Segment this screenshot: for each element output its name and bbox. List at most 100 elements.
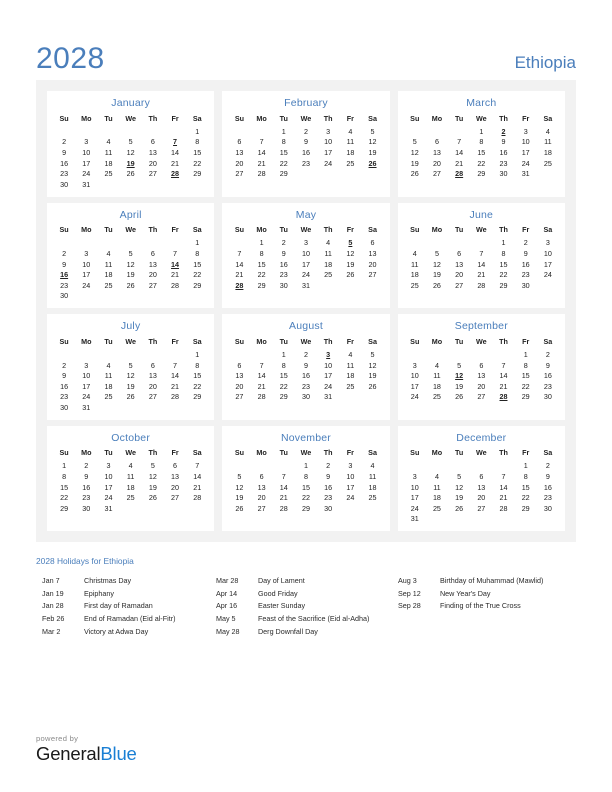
day-cell: 2 <box>62 137 67 147</box>
day-cell: 15 <box>521 482 530 492</box>
weekday-header-sa: Sa <box>192 113 202 123</box>
weekday-header-mo: Mo <box>256 448 267 458</box>
week-row: 2 3 4 5 6 7 8 <box>53 137 208 148</box>
holiday-name: Finding of the True Cross <box>439 601 521 611</box>
day-cell: 19 <box>410 158 419 168</box>
weekday-header-fr: Fr <box>346 113 354 123</box>
day-cell-empty <box>228 349 250 360</box>
day-cell: 28 <box>257 169 266 179</box>
day-cell: 19 <box>368 147 377 157</box>
month-title: July <box>120 320 141 333</box>
day-cell: 28 <box>171 280 180 290</box>
day-cell: 18 <box>104 158 113 168</box>
day-cell: 28 <box>499 503 508 513</box>
day-cell: 24 <box>324 381 333 391</box>
day-cell: 24 <box>82 392 91 402</box>
weekday-header-sa: Sa <box>192 336 202 346</box>
month-title: May <box>295 208 317 221</box>
weekday-header-we: We <box>125 225 136 235</box>
weekday-header-fr: Fr <box>522 448 530 458</box>
week-row: 16 17 18 19 20 21 22 <box>53 158 208 169</box>
week-row: 21 22 23 24 25 26 27 <box>228 269 383 280</box>
month-day-grid: Su Mo Tu We Th Fr Sa 1 2 3 4 5 6 7 8 9 10 11 12 13 14 15 16 17 1… <box>228 113 383 179</box>
day-cell: 16 <box>301 147 310 157</box>
holiday-date: Mar 28 <box>215 576 239 586</box>
weekday-header-fr: Fr <box>346 336 354 346</box>
day-cell-empty <box>404 349 426 360</box>
holiday-name: Good Friday <box>257 588 298 598</box>
day-cell: 17 <box>521 147 530 157</box>
holiday-name: Day of Lament <box>257 576 305 586</box>
weekday-header-mo: Mo <box>81 448 92 458</box>
weekday-header-we: We <box>125 336 136 346</box>
day-cell-empty <box>142 291 164 302</box>
day-cell: 14 <box>171 371 180 381</box>
day-cell: 10 <box>301 248 310 258</box>
day-cell: 21 <box>499 493 508 503</box>
month-card-august: August Su Mo Tu We Th Fr Sa 1 2 3 4 5 6 7 8 9 10 11 12 13 14 1… <box>218 311 393 423</box>
day-cell: 20 <box>148 381 157 391</box>
month-day-grid: Su Mo Tu We Th Fr Sa 1 2 3 4 5 6 7 8 9 10 11 12 13 14 15 16 17 1… <box>404 225 559 291</box>
weekday-header-su: Su <box>410 225 420 235</box>
day-cell: 3 <box>545 238 550 248</box>
day-cell: 18 <box>432 381 441 391</box>
day-cell-holiday: 19 <box>126 158 135 168</box>
week-row: 10 11 12 13 14 15 16 <box>404 370 559 381</box>
day-cell: 30 <box>324 503 333 513</box>
day-cell-holiday: 16 <box>60 270 69 280</box>
day-cell: 23 <box>543 381 552 391</box>
week-row: 1 2 3 <box>404 238 559 249</box>
weekday-header-row: Su Mo Tu We Th Fr Sa <box>53 113 208 126</box>
month-title: March <box>466 97 497 109</box>
day-cell: 1 <box>195 126 200 136</box>
weekday-header-fr: Fr <box>522 336 530 346</box>
weekday-header-su: Su <box>410 448 420 458</box>
week-row: 12 13 14 15 16 17 18 <box>404 147 559 158</box>
day-cell: 1 <box>259 238 264 248</box>
day-cell: 17 <box>324 371 333 381</box>
day-cell-empty <box>448 126 470 137</box>
day-cell: 3 <box>326 126 331 136</box>
day-cell: 25 <box>432 503 441 513</box>
day-cell-holiday: 14 <box>171 259 180 269</box>
day-cell-empty <box>120 126 142 137</box>
day-cell: 21 <box>257 158 266 168</box>
month-card-inner: December Su Mo Tu We Th Fr Sa 1 2 3 4 5 6 7 8 9 10 11 12 13 1… <box>397 425 565 532</box>
day-cell: 25 <box>368 493 377 503</box>
day-cell: 2 <box>545 461 550 471</box>
weekday-header-fr: Fr <box>171 448 179 458</box>
day-cell: 7 <box>259 360 264 370</box>
day-cell: 2 <box>303 349 308 359</box>
day-cell: 21 <box>235 270 244 280</box>
day-cell-empty <box>142 179 164 190</box>
day-cell: 25 <box>104 169 113 179</box>
day-cell: 29 <box>477 169 486 179</box>
day-cell: 13 <box>171 472 180 482</box>
day-cell: 16 <box>279 259 288 269</box>
weekday-header-tu: Tu <box>455 448 464 458</box>
week-row: 23 24 25 26 27 28 29 <box>53 168 208 179</box>
week-row: 1 2 3 4 5 6 <box>228 238 383 249</box>
weekday-header-su: Su <box>234 336 245 346</box>
day-cell: 13 <box>455 259 464 269</box>
day-cell: 24 <box>82 169 91 179</box>
page-header: 2028 Ethiopia <box>36 0 576 74</box>
day-cell-empty <box>448 461 470 472</box>
day-cell: 7 <box>281 472 286 482</box>
weekday-header-tu: Tu <box>279 336 288 346</box>
weekday-header-sa: Sa <box>543 448 553 458</box>
week-row: 9 10 11 12 13 14 15 <box>53 259 208 270</box>
week-row: 30 31 <box>53 402 208 413</box>
weekday-header-su: Su <box>234 113 245 123</box>
day-cell: 29 <box>193 169 202 179</box>
week-row: 7 8 9 10 11 12 13 <box>228 248 383 259</box>
day-cell: 18 <box>432 493 441 503</box>
weekday-header-sa: Sa <box>368 225 377 235</box>
day-cell: 4 <box>106 137 111 147</box>
day-cell: 23 <box>60 169 69 179</box>
weekday-header-we: We <box>475 336 487 346</box>
day-cell: 15 <box>193 259 202 269</box>
holiday-list-item: Sep 12 New Year's Day <box>398 588 576 601</box>
holiday-list-item: Feb 26 End of Ramadan (Eid al-Fitr) <box>42 613 216 626</box>
day-cell: 6 <box>259 472 264 482</box>
